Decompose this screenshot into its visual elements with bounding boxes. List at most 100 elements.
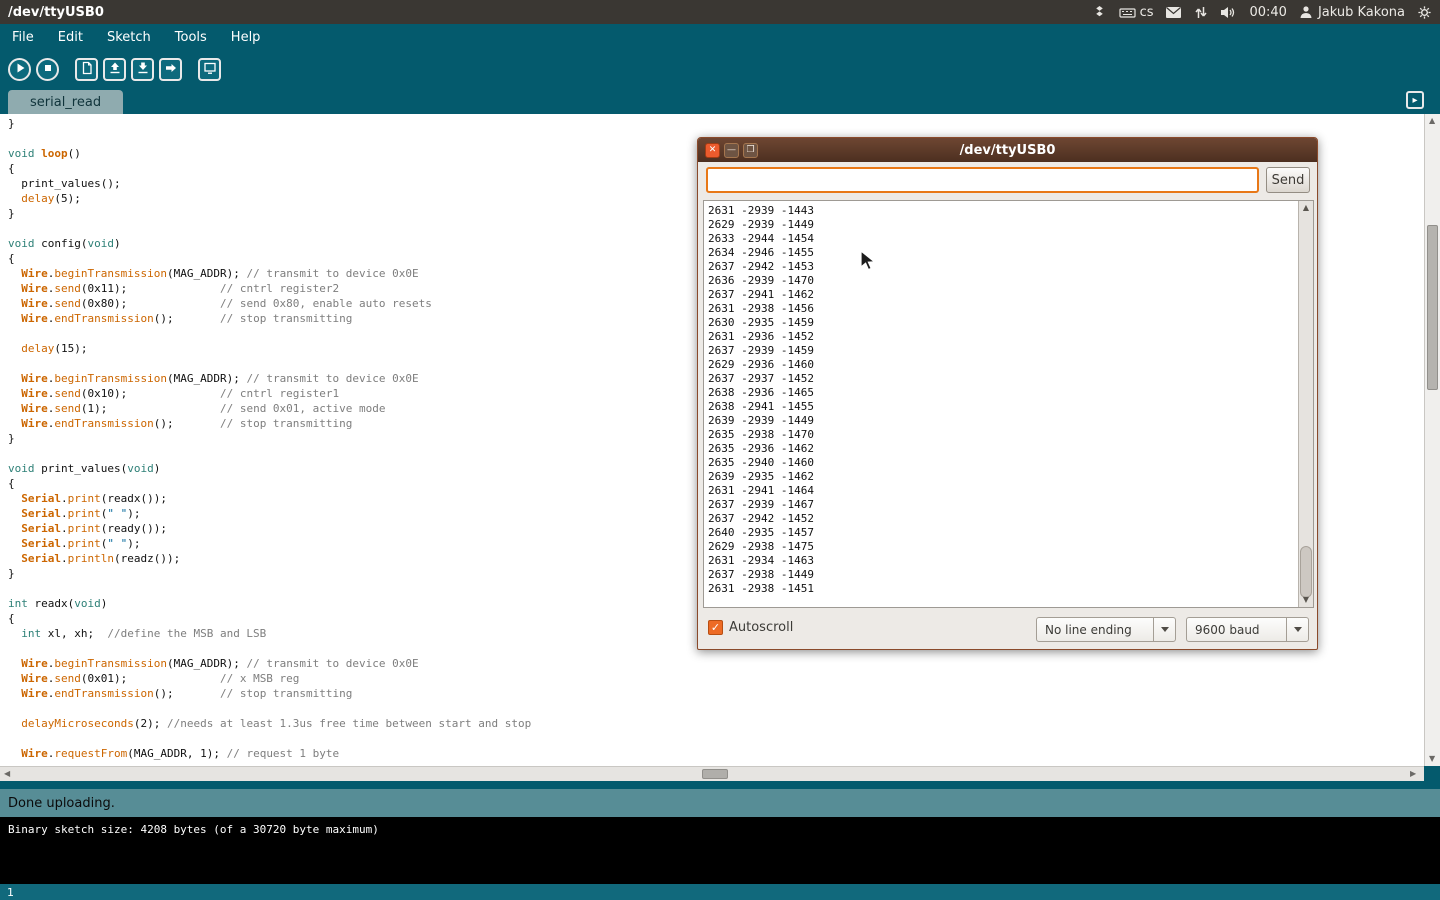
tab-menu-button[interactable]: ▸ [1406,91,1424,109]
verify-button[interactable] [8,58,31,81]
serial-data-line: 2633 -2944 -1454 [708,232,1298,246]
serial-scrollbar-thumb[interactable] [1300,546,1312,598]
serial-data-line: 2630 -2935 -1459 [708,316,1298,330]
line-ending-value: No line ending [1037,623,1153,637]
system-top-bar: /dev/ttyUSB0 cs 00:40 Jakub Kakona [0,0,1440,24]
serial-data-line: 2631 -2939 -1443 [708,204,1298,218]
baud-rate-dropdown[interactable]: 9600 baud [1186,617,1309,642]
serial-data-line: 2629 -2938 -1475 [708,540,1298,554]
code-line: delayMicroseconds(2); //needs at least 1… [8,716,1424,731]
console-output: Binary sketch size: 4208 bytes (of a 307… [0,817,1440,884]
tab-label: serial_read [30,95,101,110]
stop-button[interactable] [36,58,59,81]
menu-edit[interactable]: Edit [46,25,95,50]
code-line: Wire.send(0x01); // x MSB reg [8,671,1424,686]
open-sketch-button[interactable] [103,58,126,81]
scroll-down-icon[interactable]: ▼ [1299,593,1313,607]
menu-file[interactable]: File [0,25,46,50]
chrome-divider [0,781,1440,789]
keyboard-layout-label: cs [1140,5,1154,20]
menu-tools[interactable]: Tools [163,25,219,50]
tab-bar: serial_read ▸ [0,88,1440,114]
dropbox-icon[interactable] [1092,5,1107,20]
serial-monitor-controls: ✓ Autoscroll No line ending 9600 baud [698,616,1319,643]
system-tray: cs 00:40 Jakub Kakona [1092,5,1432,20]
code-line: } [8,116,1424,131]
scroll-down-icon[interactable]: ▼ [1429,754,1435,763]
open-up-arrow-icon [108,60,122,79]
new-sketch-button[interactable] [75,58,98,81]
close-icon[interactable]: ✕ [705,143,720,158]
editor-horizontal-scrollbar[interactable]: ◀ ▶ [0,766,1424,781]
serial-output-area[interactable]: 2631 -2939 -14432629 -2939 -14492633 -29… [703,200,1314,608]
serial-output-lines: 2631 -2939 -14432629 -2939 -14492633 -29… [704,201,1298,607]
scroll-up-icon[interactable]: ▲ [1299,201,1313,215]
code-line [8,701,1424,716]
maximize-icon[interactable]: ❒ [743,143,758,158]
serial-monitor-title: /dev/ttyUSB0 [698,143,1317,158]
serial-data-line: 2629 -2936 -1460 [708,358,1298,372]
keyboard-layout-indicator[interactable]: cs [1119,5,1154,20]
serial-data-line: 2635 -2938 -1470 [708,428,1298,442]
line-ending-dropdown[interactable]: No line ending [1036,617,1176,642]
serial-monitor-button[interactable] [198,58,221,81]
tab-menu-arrow-icon: ▸ [1412,95,1417,106]
stop-icon [41,60,55,79]
clock[interactable]: 00:40 [1249,5,1286,20]
mail-icon[interactable] [1165,6,1182,19]
autoscroll-checkbox[interactable]: ✓ [708,620,723,635]
code-line: Wire.endTransmission(); // stop transmit… [8,686,1424,701]
serial-send-input[interactable] [706,167,1259,193]
status-bar: Done uploading. [0,789,1440,817]
serial-data-line: 2631 -2941 -1464 [708,484,1298,498]
send-button[interactable]: Send [1266,167,1310,193]
editor-vertical-scrollbar[interactable]: ▲ ▼ [1424,114,1440,766]
serial-data-line: 2639 -2935 -1462 [708,470,1298,484]
mouse-cursor [860,250,878,276]
serial-data-line: 2637 -2942 -1453 [708,260,1298,274]
dropdown-arrow-button[interactable] [1286,618,1308,641]
network-arrows-icon[interactable] [1194,5,1208,20]
upload-button[interactable] [159,58,182,81]
code-line [8,731,1424,746]
scroll-left-icon[interactable]: ◀ [4,769,10,778]
chevron-down-icon [1294,627,1302,632]
autoscroll-label: Autoscroll [729,620,793,635]
serial-output-scrollbar[interactable]: ▲ ▼ [1298,201,1313,607]
keyboard-icon [1119,5,1136,20]
serial-data-line: 2635 -2940 -1460 [708,456,1298,470]
volume-icon[interactable] [1220,5,1237,20]
serial-data-line: 2640 -2935 -1457 [708,526,1298,540]
send-button-label: Send [1272,173,1305,188]
scroll-up-icon[interactable]: ▲ [1429,116,1435,125]
save-sketch-button[interactable] [131,58,154,81]
code-line: Wire.requestFrom(MAG_ADDR, 1); // reques… [8,746,1424,761]
window-title: /dev/ttyUSB0 [8,5,104,20]
serial-data-line: 2639 -2939 -1449 [708,414,1298,428]
vertical-scrollbar-thumb[interactable] [1427,225,1438,390]
serial-data-line: 2631 -2938 -1456 [708,302,1298,316]
menu-help[interactable]: Help [219,25,273,50]
serial-monitor-window: /dev/ttyUSB0 ✕ — ❒ Send 2631 -2939 -1443… [697,137,1318,650]
horizontal-scrollbar-thumb[interactable] [702,769,728,779]
dropdown-arrow-button[interactable] [1153,618,1175,641]
menu-sketch[interactable]: Sketch [95,25,163,50]
serial-monitor-titlebar[interactable]: /dev/ttyUSB0 ✕ — ❒ [698,138,1317,162]
chevron-down-icon [1161,627,1169,632]
new-document-icon [80,60,94,79]
current-line-number: 1 [7,886,14,899]
serial-monitor-icon [203,60,217,79]
save-down-arrow-icon [136,60,150,79]
serial-data-line: 2637 -2938 -1449 [708,568,1298,582]
user-menu[interactable]: Jakub Kakona [1299,5,1405,20]
serial-data-line: 2637 -2941 -1462 [708,288,1298,302]
serial-data-line: 2631 -2936 -1452 [708,330,1298,344]
tab-serial-read[interactable]: serial_read [8,90,123,114]
serial-data-line: 2634 -2946 -1455 [708,246,1298,260]
window-buttons: ✕ — ❒ [705,143,758,158]
minimize-icon[interactable]: — [724,143,739,158]
menu-bar: FileEditSketchToolsHelp [0,24,1440,51]
session-gear-icon[interactable] [1417,5,1432,20]
scroll-right-icon[interactable]: ▶ [1410,769,1416,778]
serial-data-line: 2631 -2934 -1463 [708,554,1298,568]
